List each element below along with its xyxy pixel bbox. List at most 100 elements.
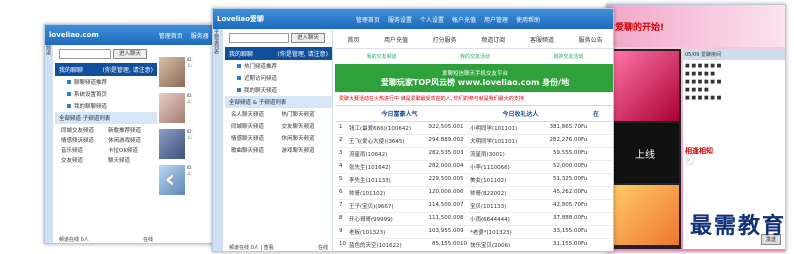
- tree-item[interactable]: 我的聊天频道: [225, 84, 332, 96]
- side-tab[interactable]: 频道: [45, 45, 53, 243]
- nav-item[interactable]: 管理首页: [159, 31, 183, 40]
- user-avatar[interactable]: [159, 57, 185, 87]
- tree-item[interactable]: 我的聊聊频道: [55, 100, 157, 112]
- table-row[interactable]: 10 蓝色的天空(101622) 85,155.00 10 快乐宝贝(2006) 31,1…: [335, 239, 613, 251]
- rank-table: 1 钱工(最爱666)(100642) 922,505.00 1 小明同学(101101…: [335, 122, 613, 251]
- quick-link[interactable]: 我的交友频道: [367, 53, 397, 60]
- nav-home[interactable]: 管理首页: [356, 15, 380, 24]
- tab[interactable]: 客服频道: [530, 35, 554, 44]
- channel-link[interactable]: 聊天频道: [108, 156, 151, 164]
- channel-link[interactable]: 游戏聊天频道: [282, 146, 327, 154]
- channel-link[interactable]: 交友聊天频道: [282, 122, 327, 130]
- table-cell: 111,500.00: [428, 215, 461, 221]
- promo-text: 相逢相知: [685, 147, 713, 155]
- channel-link[interactable]: 休闲聊天频道: [282, 134, 327, 142]
- channel-link[interactable]: 名人聊天频道: [231, 110, 276, 118]
- table-cell: 51,325.00: [553, 176, 581, 182]
- col-head: 在: [592, 111, 599, 118]
- tab[interactable]: 服务公告: [579, 35, 603, 44]
- user-avatar[interactable]: [159, 93, 185, 123]
- table-cell: 美女(101102): [470, 178, 507, 184]
- quick-link[interactable]: 我的交友活动: [553, 53, 583, 60]
- table-cell: 3: [460, 150, 464, 156]
- table-cell: 1: [339, 124, 343, 130]
- table-row[interactable]: 4 张先生(101642) 282,000.00 4 小李(1110066) 52,000…: [335, 161, 613, 174]
- table-cell: Fu: [581, 124, 588, 130]
- channel-link[interactable]: 音乐频道: [61, 146, 104, 154]
- channel-section[interactable]: 全部频道 子频道列表: [55, 112, 157, 124]
- my-chat-heading[interactable]: 我的聊聊 (你是管理, 请注意): [55, 63, 157, 76]
- table-cell: 9: [339, 228, 343, 234]
- channel-link[interactable]: 新歌推荐频道: [108, 126, 151, 134]
- tab[interactable]: 用户充值: [384, 35, 408, 44]
- table-cell: 帅哥(101102): [349, 191, 386, 197]
- search-input[interactable]: [59, 49, 111, 59]
- channel-link[interactable]: 情感聊天频道: [231, 134, 276, 142]
- channel-link[interactable]: 歌曲聊天频道: [231, 146, 276, 154]
- table-cell: 帅哥(822002): [470, 191, 507, 197]
- side-panel: 进入聊天 我的聊聊 (你是管理, 请注意) 聊聊频道推荐 系统设置首页 我的聊聊…: [55, 45, 157, 243]
- nav-recharge[interactable]: 帐户充值: [452, 15, 476, 24]
- nav-personal[interactable]: 个人设置: [420, 15, 444, 24]
- search-bar: 进入聊天: [55, 45, 157, 63]
- table-cell: 老板(101323): [349, 230, 386, 236]
- table-cell: 5: [339, 176, 343, 182]
- channel-link[interactable]: 同城交友频道: [61, 126, 104, 134]
- user-list-items[interactable]: ■ ■ ■ ■ ■ ■ ■ ■ ■ ■ ■ ■ ■ ■ ■ ■ ■ ■ ■ ■ ■ ■ …: [683, 60, 785, 104]
- banner-line2: 爱聊玩家TOP风云榜 www.loveliao.com 身份/地: [380, 77, 570, 87]
- table-cell: 王子(宝贝)(9667): [349, 204, 394, 210]
- tab[interactable]: 首页: [347, 35, 359, 44]
- tree-item[interactable]: 聊聊频道推荐: [55, 76, 157, 88]
- promo-banner[interactable]: 爱聊短信聊天手机交友平台 爱聊玩家TOP风云榜 www.loveliao.com…: [335, 64, 613, 92]
- next-arrow-icon[interactable]: ›: [685, 145, 695, 173]
- table-row[interactable]: 8 开心哥哥(99999) 111,500.00 8 小雨(6644444) 37,888…: [335, 213, 613, 226]
- tree-item[interactable]: 近期访问频道: [225, 72, 332, 84]
- channel-link[interactable]: 卡拉OK频道: [108, 146, 151, 154]
- channel-link[interactable]: 同城聊天频道: [231, 122, 276, 130]
- table-row[interactable]: 6 帅哥(101102) 120,000.00 6 帅哥(822002) 45,262.0…: [335, 187, 613, 200]
- channel-link[interactable]: 热门聊天频道: [282, 110, 327, 118]
- channel-link[interactable]: 情感倾诉频道: [61, 136, 104, 144]
- my-chat-heading[interactable]: 我的聊聊 (你是管理, 请注意): [225, 47, 332, 60]
- tab[interactable]: 频道订阅: [481, 35, 505, 44]
- table-cell: 小雨(6644444): [470, 217, 510, 223]
- channel-link[interactable]: 交友频道: [61, 156, 104, 164]
- my-chat-label: 我的聊聊: [59, 67, 84, 74]
- table-row[interactable]: 7 王子(宝贝)(9667) 114,500.00 7 宝贝(101133) 42,805…: [335, 200, 613, 213]
- user-avatar[interactable]: [159, 129, 185, 159]
- table-cell: 45,262.00: [553, 189, 581, 195]
- table-cell: 6: [460, 189, 464, 195]
- table-row[interactable]: 3 流星雨(10642) 282,535.00 3 流星雨(3001) 59,555.00…: [335, 148, 613, 161]
- nav-users[interactable]: 用户管理: [484, 15, 508, 24]
- main-content: 首页 用户充值 打分服务 频道订阅 客服频道 服务公告 我的交友频道 我的交友活…: [335, 29, 613, 251]
- table-row[interactable]: 5 李先生(101133) 229,500.00 5 美女(101102) 51,325.…: [335, 174, 613, 187]
- tree-item[interactable]: 热门频道推荐: [225, 60, 332, 72]
- table-cell: *老婆*(101323): [470, 230, 512, 236]
- table-cell: 229,500.00: [428, 176, 461, 182]
- table-row[interactable]: 9 老板(101323) 103,955.00 9 *老婆*(101323) 33,155…: [335, 226, 613, 239]
- table-row[interactable]: 2 王飞(爱心大使)(3645) 294,889.00 2 大明同学(101101) 28…: [335, 135, 613, 148]
- nav-item[interactable]: 服务器: [191, 31, 209, 40]
- channel-link[interactable]: 休闲游戏频道: [108, 136, 151, 144]
- nav-service[interactable]: 服务设置: [388, 15, 412, 24]
- footer-bar: 频道在线 0人 在线: [59, 236, 153, 243]
- table-cell: 282,276.00: [549, 137, 582, 143]
- table-cell: 282,535.00: [428, 150, 461, 156]
- enter-chat-button[interactable]: 进入聊天: [113, 49, 148, 59]
- tree-item[interactable]: 系统设置首页: [55, 88, 157, 100]
- search-input[interactable]: [229, 33, 289, 43]
- table-cell: 1: [460, 124, 464, 130]
- table-cell: 李先生(101133): [349, 178, 391, 184]
- table-row[interactable]: 1 钱工(最爱666)(100642) 922,505.00 1 小明同学(101101…: [335, 122, 613, 135]
- quick-link[interactable]: 我的交友活动: [460, 53, 490, 60]
- channel-section[interactable]: 全部频道 & 子频道列表: [225, 96, 332, 108]
- enter-chat-button[interactable]: 进入聊天: [291, 33, 326, 43]
- prev-arrow-icon[interactable]: ‹: [165, 165, 175, 193]
- table-cell: 294,889.00: [428, 137, 461, 143]
- tab[interactable]: 打分服务: [433, 35, 457, 44]
- top-nav: 管理首页 服务设置 个人设置 帐户充值 用户管理 使用帮助: [356, 15, 540, 24]
- side-tab[interactable]: 子频道列表: [213, 29, 223, 251]
- table-cell: Fu: [581, 215, 588, 221]
- table-cell: 7: [460, 202, 464, 208]
- nav-help[interactable]: 使用帮助: [516, 15, 540, 24]
